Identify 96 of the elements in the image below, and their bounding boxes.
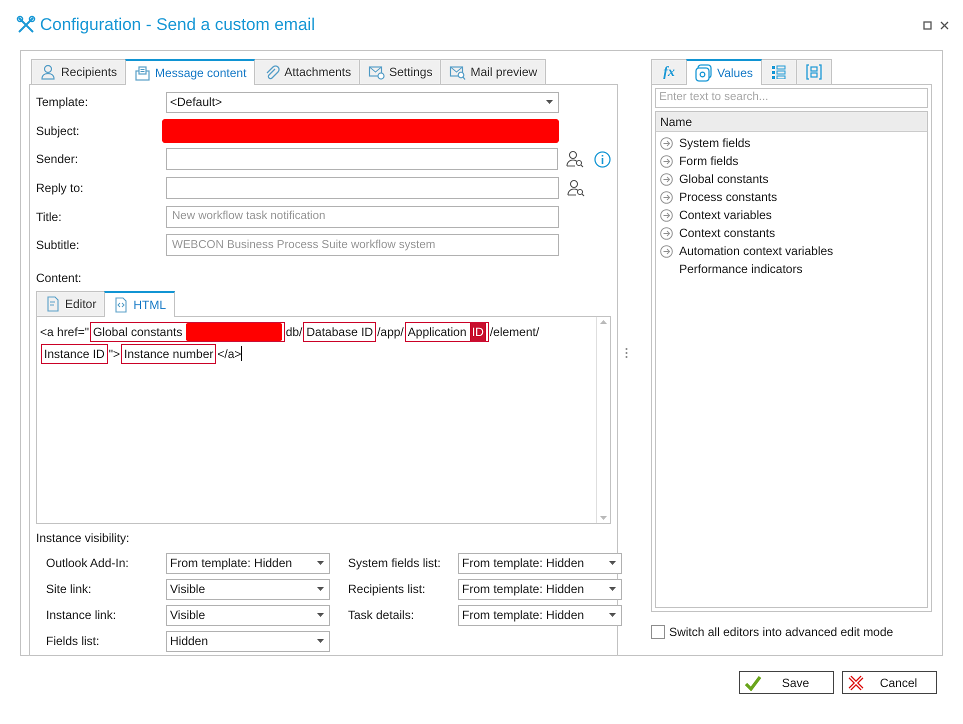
caret-icon [317, 639, 324, 644]
field-label: Content: [36, 270, 82, 287]
text-cursor [241, 346, 242, 362]
tree-item[interactable]: Automation context variables [679, 242, 834, 260]
tab[interactable] [760, 59, 797, 84]
checkbox-label: Switch all editors into advanced edit mode [669, 624, 894, 641]
code-text: /element/ [490, 324, 540, 341]
field-label: Template: [36, 94, 90, 112]
code-token[interactable]: Database ID [303, 322, 376, 342]
visibility-dropdown[interactable]: Visible [166, 578, 330, 600]
checkmark-icon [744, 674, 762, 690]
tree-item[interactable]: System fields [679, 134, 750, 152]
tab[interactable]: Recipients [31, 59, 126, 84]
field-label: Task details: [348, 607, 416, 624]
tab[interactable] [796, 59, 832, 84]
user-search-icon[interactable] [567, 179, 585, 198]
tree-item[interactable]: Context variables [679, 206, 772, 224]
tab[interactable]: Message content [125, 59, 256, 85]
tab[interactable]: Editor [36, 290, 106, 316]
arrow-circle-icon[interactable] [660, 154, 674, 168]
arrow-circle-icon[interactable] [660, 226, 674, 240]
tree-item[interactable]: Performance indicators [679, 260, 802, 278]
template-dropdown[interactable]: <Default> [166, 92, 559, 113]
close-icon[interactable] [940, 20, 949, 30]
scroll-up-icon[interactable] [600, 320, 607, 324]
tab[interactable]: Settings [359, 59, 442, 84]
tools-icon [16, 15, 36, 35]
tab[interactable]: Values [686, 59, 762, 85]
visibility-dropdown[interactable]: From template: Hidden [458, 552, 622, 574]
window-title: Configuration - Send a custom email [40, 14, 315, 36]
field-label: Fields list: [46, 633, 100, 650]
caret-icon [317, 613, 324, 618]
field-label: Sender: [36, 151, 80, 168]
tree-item[interactable]: Context constants [679, 224, 776, 242]
envelope-search-icon [449, 64, 466, 80]
caret-icon [609, 561, 616, 566]
person-icon [40, 64, 57, 80]
caret-icon [609, 587, 616, 592]
caret-icon [317, 561, 324, 566]
code-text: /app/ [377, 324, 404, 341]
column-header[interactable]: Name [656, 112, 927, 132]
code-document-icon [113, 296, 130, 313]
tab[interactable]: Mail preview [440, 59, 546, 84]
list-icon [772, 65, 786, 79]
maximize-icon[interactable] [923, 20, 932, 30]
section-label: Instance visibility: [36, 530, 130, 547]
visibility-dropdown[interactable]: Hidden [166, 630, 330, 652]
tab[interactable]: Attachments [254, 59, 360, 84]
tree-item[interactable]: Process constants [679, 188, 778, 206]
field-label: Subtitle: [36, 237, 80, 254]
caret-icon [609, 613, 616, 618]
caret-icon [546, 100, 553, 104]
cancel-button[interactable]: Cancel [842, 671, 937, 694]
field-label: Instance link: [46, 607, 118, 624]
input-field[interactable] [166, 148, 558, 170]
tree-item[interactable]: Form fields [679, 152, 738, 170]
form-icon [806, 64, 822, 80]
visibility-dropdown[interactable]: From template: Hidden [458, 578, 622, 600]
caret-icon [317, 587, 324, 592]
arrow-circle-icon[interactable] [660, 136, 674, 150]
field-label: Subject: [36, 122, 80, 140]
arrow-circle-icon[interactable] [660, 208, 674, 222]
document-pen-icon [45, 296, 61, 312]
field-label: Title: [36, 208, 63, 226]
field-label: Recipients list: [348, 581, 426, 598]
tree-item[interactable]: Global constants [679, 170, 768, 188]
visibility-dropdown[interactable]: Visible [166, 604, 330, 626]
code-text: "> [108, 346, 120, 363]
scrollbar[interactable] [596, 316, 610, 523]
splitter-handle[interactable] [624, 347, 628, 359]
cross-icon [847, 674, 865, 692]
field-label: System fields list: [348, 555, 442, 572]
arrow-circle-icon[interactable] [660, 172, 674, 186]
code-token[interactable]: Instance ID [41, 344, 108, 364]
code-token[interactable]: Global constants [90, 322, 285, 342]
code-text: db/ [286, 324, 302, 341]
scroll-down-icon[interactable] [600, 516, 607, 520]
code-token[interactable]: Application ID [404, 322, 489, 342]
envelope-icon [134, 64, 152, 82]
arrow-circle-icon[interactable] [660, 244, 674, 258]
user-search-icon[interactable] [566, 150, 584, 168]
code-token[interactable]: Instance number [120, 344, 216, 364]
field-label: Reply to: [36, 180, 84, 198]
checkbox[interactable] [651, 625, 666, 639]
code-text: <a href=" [40, 324, 89, 341]
input-field[interactable] [166, 177, 559, 200]
info-icon[interactable] [594, 150, 611, 168]
field-label: Site link: [46, 581, 92, 598]
code-text: </a> [217, 346, 242, 363]
tab[interactable]: HTML [104, 290, 176, 317]
arrow-circle-icon[interactable] [660, 190, 674, 204]
save-button[interactable]: Save [739, 671, 834, 694]
envelope-gear-icon [368, 64, 386, 80]
field-label: Outlook Add-In: [46, 555, 130, 572]
visibility-dropdown[interactable]: From template: Hidden [166, 552, 330, 574]
visibility-dropdown[interactable]: From template: Hidden [458, 604, 622, 626]
